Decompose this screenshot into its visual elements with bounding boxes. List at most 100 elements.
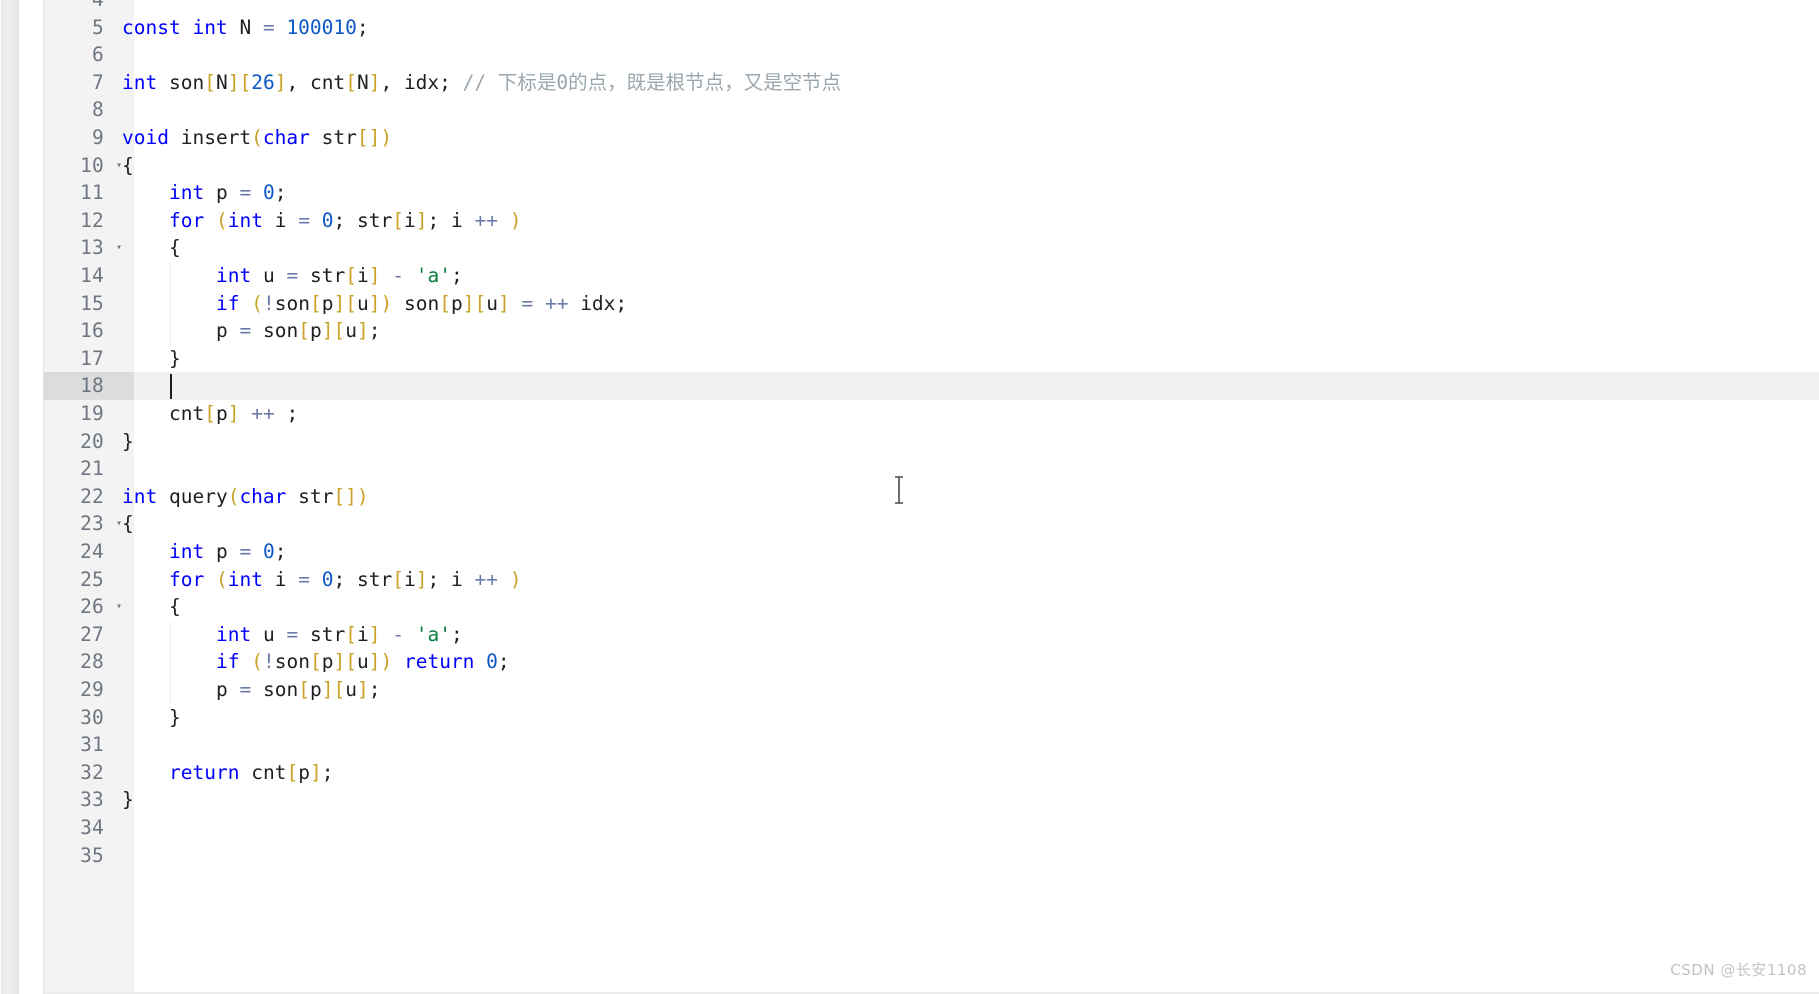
code-line[interactable]: 28 if (!son[p][u]) return 0; bbox=[44, 648, 1819, 676]
code-text: void insert(char str[]) bbox=[122, 126, 393, 149]
line-gutter-cell[interactable]: 17 bbox=[44, 345, 134, 373]
line-gutter-cell[interactable]: 13 ▾ bbox=[44, 234, 134, 262]
active-line-highlight bbox=[44, 372, 1819, 401]
line-gutter-cell[interactable]: 29 bbox=[44, 676, 134, 704]
line-gutter-cell[interactable]: 9 bbox=[44, 124, 134, 152]
line-number: 23 bbox=[80, 512, 104, 536]
line-number: 11 bbox=[80, 181, 104, 205]
line-number: 35 bbox=[80, 843, 104, 867]
vertical-scrollbar-thumb[interactable] bbox=[1, 0, 19, 994]
code-line[interactable]: 26 ▾ { bbox=[44, 593, 1819, 621]
indent-guide bbox=[169, 620, 171, 704]
code-line[interactable]: 22 int query(char str[]) bbox=[44, 483, 1819, 511]
code-line[interactable]: 19 cnt[p] ++ ; bbox=[44, 400, 1819, 428]
line-number: 4 bbox=[92, 0, 104, 14]
code-line[interactable]: 10 ▾{ bbox=[44, 152, 1819, 180]
code-line[interactable]: 21 bbox=[44, 455, 1819, 483]
csdn-watermark: CSDN @长安1108 bbox=[1670, 961, 1807, 979]
code-line[interactable]: 18 bbox=[44, 372, 1819, 401]
line-gutter-cell[interactable]: 23 ▾ bbox=[44, 510, 134, 538]
line-gutter-cell[interactable]: 14 bbox=[44, 262, 134, 290]
code-line[interactable]: 34 bbox=[44, 814, 1819, 842]
code-text: int son[N][26], cnt[N], idx; // 下标是0的点，既… bbox=[122, 70, 842, 94]
line-gutter-cell[interactable]: 22 bbox=[44, 483, 134, 511]
line-gutter-cell[interactable]: 8 bbox=[44, 96, 134, 124]
line-gutter-cell[interactable]: 16 bbox=[44, 317, 134, 345]
line-gutter-cell[interactable]: 32 bbox=[44, 759, 134, 787]
line-gutter-cell[interactable]: 12 bbox=[44, 207, 134, 235]
code-line[interactable]: 33} bbox=[44, 786, 1819, 814]
line-number: 12 bbox=[80, 208, 104, 232]
line-gutter-cell[interactable]: 7 bbox=[44, 69, 134, 97]
code-text: cnt[p] ++ ; bbox=[169, 402, 299, 425]
line-number: 9 bbox=[92, 126, 104, 149]
line-gutter-cell[interactable]: 31 bbox=[44, 731, 134, 759]
line-gutter-cell[interactable]: 33 bbox=[44, 786, 134, 814]
line-gutter-cell[interactable]: 20 bbox=[44, 428, 134, 456]
code-line[interactable]: 30 } bbox=[44, 704, 1819, 732]
line-gutter-cell[interactable]: 19 bbox=[44, 400, 134, 428]
line-gutter-cell[interactable]: 21 bbox=[44, 455, 134, 483]
line-number: 34 bbox=[80, 816, 104, 839]
line-number: 31 bbox=[80, 733, 104, 757]
code-line[interactable]: 20} bbox=[44, 428, 1819, 456]
indent-guide bbox=[169, 262, 171, 345]
code-line[interactable]: 25 for (int i = 0; str[i]; i ++ ) bbox=[44, 566, 1819, 594]
code-line[interactable]: 17 } bbox=[44, 345, 1819, 373]
code-line[interactable]: 35 bbox=[44, 842, 1819, 870]
editor-content-area[interactable]: 45 const int N = 100010; 6 7 int son[N][26],… bbox=[44, 0, 1819, 994]
editor-left-padding bbox=[22, 0, 43, 994]
line-gutter-cell[interactable]: 4 bbox=[44, 0, 134, 14]
code-line[interactable]: 14 int u = str[i] - 'a'; bbox=[44, 262, 1819, 290]
code-line[interactable]: 24 int p = 0; bbox=[44, 538, 1819, 566]
code-text: { bbox=[122, 153, 134, 177]
code-line[interactable]: 29 p = son[p][u]; bbox=[44, 676, 1819, 704]
code-line[interactable]: 23 ▾{ bbox=[44, 510, 1819, 538]
line-gutter-cell[interactable]: 25 bbox=[44, 566, 134, 594]
line-gutter-cell[interactable]: 27 bbox=[44, 621, 134, 649]
line-number: 6 bbox=[92, 43, 104, 67]
code-line[interactable]: 6 bbox=[44, 41, 1819, 69]
line-gutter-cell[interactable]: 6 bbox=[44, 41, 134, 69]
code-line[interactable]: 32 return cnt[p]; bbox=[44, 759, 1819, 787]
code-line[interactable]: 13 ▾ { bbox=[44, 234, 1819, 262]
line-gutter-cell[interactable]: 30 bbox=[44, 704, 134, 732]
line-number: 18 bbox=[80, 374, 104, 398]
line-number: 15 bbox=[80, 291, 104, 315]
code-line[interactable]: 27 int u = str[i] - 'a'; bbox=[44, 621, 1819, 649]
line-gutter-cell[interactable]: 28 bbox=[44, 648, 134, 676]
code-line[interactable]: 31 bbox=[44, 731, 1819, 759]
code-text: p = son[p][u]; bbox=[216, 319, 381, 343]
line-number: 33 bbox=[80, 788, 104, 812]
line-number: 25 bbox=[80, 567, 104, 591]
line-gutter-cell[interactable]: 15 bbox=[44, 290, 134, 318]
code-line[interactable]: 12 for (int i = 0; str[i]; i ++ ) bbox=[44, 207, 1819, 235]
line-gutter-cell[interactable]: 10 ▾ bbox=[44, 152, 134, 180]
line-gutter-cell[interactable]: 35 bbox=[44, 842, 134, 870]
code-line[interactable]: 4 bbox=[44, 0, 1819, 14]
code-text: const int N = 100010; bbox=[122, 15, 369, 39]
code-line[interactable]: 11 int p = 0; bbox=[44, 179, 1819, 207]
line-number: 19 bbox=[80, 402, 104, 425]
line-gutter-cell[interactable]: 26 ▾ bbox=[44, 593, 134, 621]
line-gutter-cell[interactable]: 34 bbox=[44, 814, 134, 842]
line-gutter-cell[interactable]: 18 bbox=[44, 372, 134, 401]
code-line[interactable]: 15 if (!son[p][u]) son[p][u] = ++ idx; bbox=[44, 290, 1819, 318]
line-number: 29 bbox=[80, 678, 104, 701]
code-line[interactable]: 9 void insert(char str[]) bbox=[44, 124, 1819, 152]
code-line[interactable]: 7 int son[N][26], cnt[N], idx; // 下标是0的点，… bbox=[44, 69, 1819, 97]
code-text: if (!son[p][u]) son[p][u] = ++ idx; bbox=[216, 291, 628, 315]
vertical-scrollbar[interactable] bbox=[0, 0, 22, 994]
code-line[interactable]: 5 const int N = 100010; bbox=[44, 14, 1819, 42]
code-text: } bbox=[122, 788, 134, 812]
line-gutter-cell[interactable]: 11 bbox=[44, 179, 134, 207]
code-line[interactable]: 16 p = son[p][u]; bbox=[44, 317, 1819, 345]
line-number: 17 bbox=[80, 346, 104, 370]
code-text: return cnt[p]; bbox=[169, 760, 334, 784]
line-gutter-cell[interactable]: 24 bbox=[44, 538, 134, 566]
code-text: } bbox=[169, 346, 181, 370]
code-line[interactable]: 8 bbox=[44, 96, 1819, 124]
line-number: 7 bbox=[92, 70, 104, 94]
line-number: 30 bbox=[80, 705, 104, 729]
line-gutter-cell[interactable]: 5 bbox=[44, 14, 134, 42]
